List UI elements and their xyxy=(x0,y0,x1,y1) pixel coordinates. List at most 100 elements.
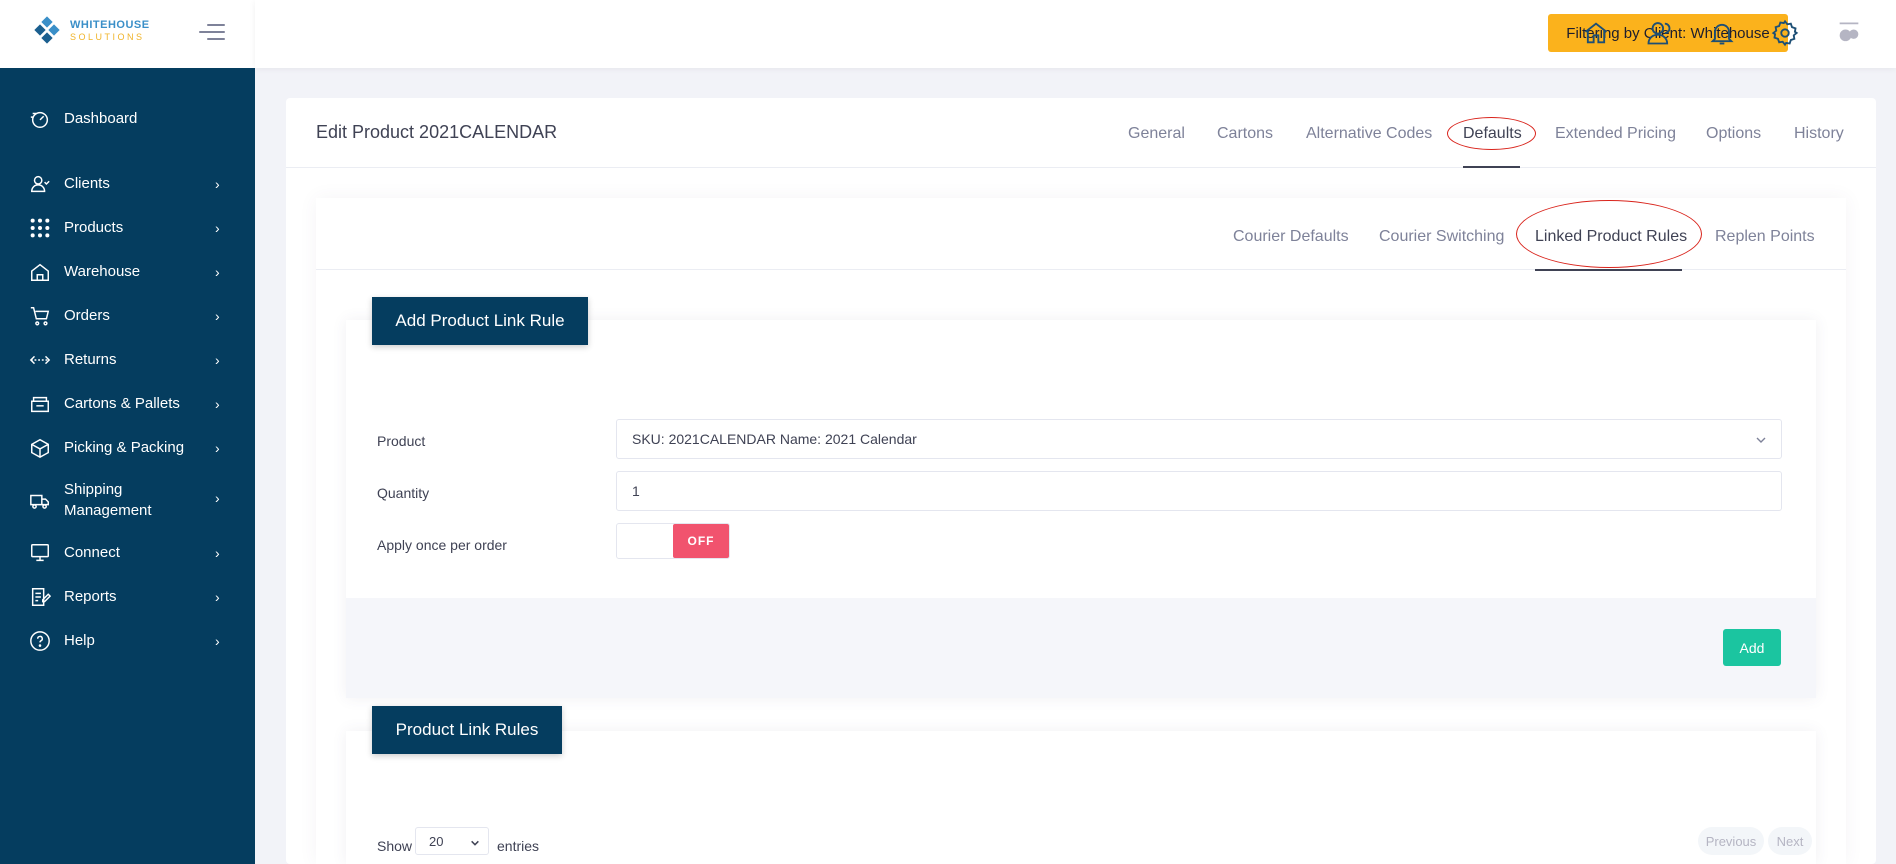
subtab-courier-defaults[interactable]: Courier Defaults xyxy=(1233,228,1349,246)
sidebar-item-label: Picking & Packing xyxy=(64,439,185,456)
sidebar-item-cartons-pallets[interactable]: Cartons & Pallets › xyxy=(0,394,255,414)
entries-select[interactable]: 20 xyxy=(415,827,489,855)
tab-cartons[interactable]: Cartons xyxy=(1217,125,1273,143)
sidebar-item-label: Products xyxy=(64,219,124,236)
apply-once-label: Apply once per order xyxy=(377,537,507,553)
rules-list-section: Show 20 entries Previous Next xyxy=(346,731,1816,864)
sidebar-item-clients[interactable]: Clients › xyxy=(0,174,255,194)
apply-once-toggle[interactable]: OFF xyxy=(616,523,730,559)
sidebar-item-label: Warehouse xyxy=(64,263,141,280)
reports-icon xyxy=(28,585,52,609)
sidebar: WHITEHOUSE SOLUTIONS Dashboard Clients ›… xyxy=(0,0,255,864)
sidebar-item-shipping-management[interactable]: Shipping Management › xyxy=(0,480,255,522)
chevron-right-icon: › xyxy=(215,545,220,561)
subtab-courier-switching[interactable]: Courier Switching xyxy=(1379,228,1504,246)
add-button[interactable]: Add xyxy=(1723,629,1781,666)
users-icon[interactable] xyxy=(1645,19,1673,47)
truck-icon xyxy=(28,489,52,513)
page-title: Edit Product 2021CALENDAR xyxy=(316,122,558,142)
chevron-right-icon: › xyxy=(215,176,220,192)
sidebar-item-reports[interactable]: Reports › xyxy=(0,587,255,607)
box-icon xyxy=(28,436,52,460)
chevron-down-icon xyxy=(470,836,480,851)
product-edit-card: Edit Product 2021CALENDAR General Carton… xyxy=(286,98,1876,864)
sidebar-item-label: Dashboard xyxy=(64,110,138,127)
help-icon xyxy=(28,629,52,653)
add-rule-section: Add Product SKU: 2021CALENDAR Name: 2021… xyxy=(346,320,1816,698)
sidebar-item-warehouse[interactable]: Warehouse › xyxy=(0,262,255,282)
pallet-icon xyxy=(28,392,52,416)
home-icon[interactable] xyxy=(1582,19,1610,47)
chevron-right-icon: › xyxy=(215,589,220,605)
sidebar-item-label: Shipping xyxy=(64,481,123,498)
sidebar-item-label: Returns xyxy=(64,351,117,368)
sidebar-item-help[interactable]: Help › xyxy=(0,631,255,651)
tab-history[interactable]: History xyxy=(1794,125,1844,143)
user-avatar-icon[interactable] xyxy=(1835,19,1863,47)
chevron-right-icon: › xyxy=(215,264,220,280)
logo-mark-icon xyxy=(34,16,64,46)
subtab-replen-points[interactable]: Replen Points xyxy=(1715,228,1815,246)
sidebar-item-label: Help xyxy=(64,632,95,649)
rules-list-heading: Product Link Rules xyxy=(372,706,562,754)
warehouse-icon xyxy=(28,260,52,284)
tab-general[interactable]: General xyxy=(1128,125,1185,143)
sidebar-item-products[interactable]: Products › xyxy=(0,218,255,238)
active-tab-indicator xyxy=(1463,166,1520,168)
product-select[interactable]: SKU: 2021CALENDAR Name: 2021 Calendar xyxy=(616,419,1782,459)
subtab-bar: Courier Defaults Courier Switching Linke… xyxy=(316,198,1846,271)
sidebar-item-label: Clients xyxy=(64,175,110,192)
quantity-input[interactable]: 1 xyxy=(616,471,1782,511)
sidebar-item-connect[interactable]: Connect › xyxy=(0,543,255,563)
tab-extended-pricing[interactable]: Extended Pricing xyxy=(1555,125,1676,143)
dashboard-icon xyxy=(28,107,52,131)
active-subtab-indicator xyxy=(1535,269,1682,271)
next-page-button[interactable]: Next xyxy=(1768,827,1812,855)
chevron-right-icon: › xyxy=(215,633,220,649)
product-label: Product xyxy=(377,433,426,449)
settings-icon[interactable] xyxy=(1771,19,1799,47)
topbar: Filtering by Client: Whitehouse xyxy=(255,0,1896,68)
entries-label: entries xyxy=(497,838,540,854)
sidebar-item-orders[interactable]: Orders › xyxy=(0,306,255,326)
sidebar-item-label-line2: Management xyxy=(64,502,152,519)
add-rule-footer: Add xyxy=(346,598,1816,698)
sidebar-item-label: Orders xyxy=(64,307,110,324)
logo-text-primary: WHITEHOUSE xyxy=(70,19,150,31)
grid-icon xyxy=(28,216,52,240)
show-label: Show xyxy=(377,838,413,854)
chevron-right-icon: › xyxy=(215,220,220,236)
logo[interactable]: WHITEHOUSE SOLUTIONS xyxy=(34,16,150,46)
add-rule-heading: Add Product Link Rule xyxy=(372,297,588,345)
returns-icon xyxy=(28,348,52,372)
sidebar-item-label: Connect xyxy=(64,544,120,561)
previous-page-button[interactable]: Previous xyxy=(1698,827,1764,855)
sidebar-item-label: Reports xyxy=(64,588,117,605)
sidebar-item-returns[interactable]: Returns › xyxy=(0,350,255,370)
tab-alternative-codes[interactable]: Alternative Codes xyxy=(1306,125,1432,143)
toggle-off-indicator: OFF xyxy=(673,524,729,558)
sidebar-item-label: Cartons & Pallets xyxy=(64,395,180,412)
sidebar-item-dashboard[interactable]: Dashboard xyxy=(0,109,255,129)
bell-icon[interactable] xyxy=(1708,19,1736,47)
defaults-panel: Courier Defaults Courier Switching Linke… xyxy=(316,198,1846,864)
chevron-right-icon: › xyxy=(215,490,220,506)
quantity-label: Quantity xyxy=(377,485,430,501)
chevron-right-icon: › xyxy=(215,352,220,368)
logo-text-secondary: SOLUTIONS xyxy=(70,32,145,42)
subtab-linked-product-rules[interactable]: Linked Product Rules xyxy=(1535,228,1687,246)
chevron-right-icon: › xyxy=(215,308,220,324)
chevron-down-icon xyxy=(1755,433,1767,449)
chevron-right-icon: › xyxy=(215,396,220,412)
sidebar-item-picking-packing[interactable]: Picking & Packing › xyxy=(0,436,255,460)
logo-area: WHITEHOUSE SOLUTIONS xyxy=(0,0,255,68)
entries-select-value: 20 xyxy=(429,833,444,849)
clients-icon xyxy=(28,172,52,196)
tab-defaults[interactable]: Defaults xyxy=(1463,125,1522,143)
cart-icon xyxy=(28,304,52,328)
tab-options[interactable]: Options xyxy=(1706,125,1761,143)
menu-toggle-icon[interactable] xyxy=(199,24,225,42)
chevron-right-icon: › xyxy=(215,440,220,456)
card-header: Edit Product 2021CALENDAR General Carton… xyxy=(286,98,1876,168)
product-select-value: SKU: 2021CALENDAR Name: 2021 Calendar xyxy=(632,431,917,447)
